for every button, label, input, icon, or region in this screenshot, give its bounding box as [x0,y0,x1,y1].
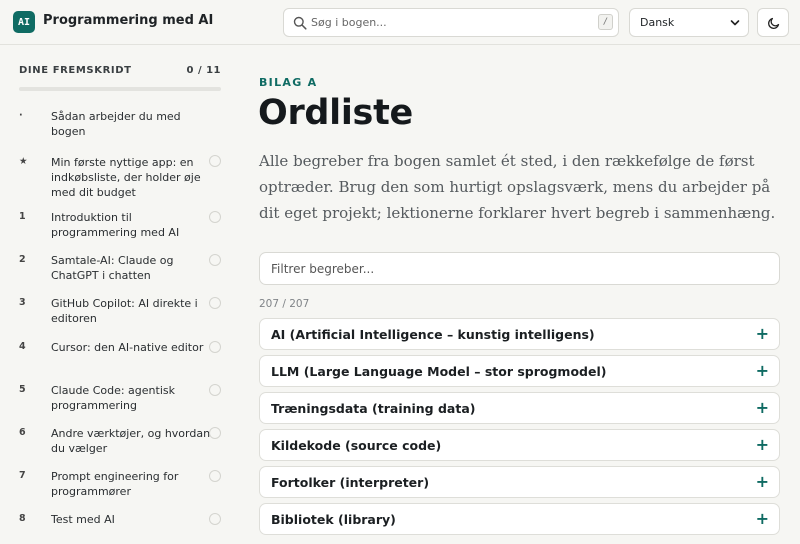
expand-plus-icon[interactable]: + [756,472,769,491]
sidebar-item-label: Test med AI [51,513,115,526]
sidebar-item-number: 6 [19,427,26,438]
sidebar-item-label: Introduktion til programmering med AI [51,211,180,239]
expand-plus-icon[interactable]: + [756,398,769,417]
theme-toggle-button[interactable] [757,8,789,37]
search-input[interactable] [311,13,581,32]
sidebar-item-label: Cursor: den AI-native editor [51,341,204,354]
sidebar-item-label: Sådan arbejder du med bogen [51,110,181,138]
completion-circle-icon[interactable] [209,155,221,167]
glossary-term-item[interactable]: Træningsdata (training data) + [259,392,780,424]
terms-count: 207 / 207 [259,298,310,310]
sidebar-item-label: Samtale-AI: Claude og ChatGPT i chatten [51,254,174,282]
progress-bar [19,87,221,91]
language-selected-value: Dansk [640,16,675,29]
sidebar-item-label: GitHub Copilot: AI direkte i editoren [51,297,198,325]
search-box[interactable]: / [283,8,619,37]
completion-circle-icon[interactable] [209,341,221,353]
top-header: AI Programmering med AI / Dansk [0,0,800,45]
page-title: Ordliste [258,93,413,133]
sidebar-item-number: ★ [19,156,28,167]
sidebar-item-number: 5 [19,384,26,395]
expand-plus-icon[interactable]: + [756,361,769,380]
glossary-term-name: LLM (Large Language Model – stor sprogmo… [271,364,607,379]
sidebar-item-number: 4 [19,341,26,352]
glossary-term-name: Bibliotek (library) [271,512,396,527]
sidebar-item-label: Andre værktøjer, og hvordan du vælger [51,427,211,455]
glossary-term-item[interactable]: LLM (Large Language Model – stor sprogmo… [259,355,780,387]
completion-circle-icon[interactable] [209,470,221,482]
section-eyebrow: BILAG A [259,76,318,89]
progress-sidebar: DINE FREMSKRIDT 0 / 11 · Sådan arbejder d… [0,46,240,544]
sidebar-item-number: 8 [19,513,26,524]
language-select[interactable]: Dansk [629,8,749,37]
search-icon [293,16,307,30]
expand-plus-icon[interactable]: + [756,509,769,528]
sidebar-item-number: 1 [19,211,26,222]
filter-terms-input[interactable] [259,252,780,285]
sidebar-item-label: Min første nyttige app: en indkøbsliste,… [51,156,201,199]
glossary-term-item[interactable]: Kildekode (source code) + [259,429,780,461]
completion-circle-icon[interactable] [209,384,221,396]
intro-text: Alle begreber fra bogen samlet ét sted, … [259,152,776,222]
search-shortcut-key: / [598,14,613,30]
expand-plus-icon[interactable]: + [756,435,769,454]
expand-plus-icon[interactable]: + [756,324,769,343]
completion-circle-icon[interactable] [209,297,221,309]
progress-count: 0 / 11 [186,65,221,76]
glossary-term-item[interactable]: Bibliotek (library) + [259,503,780,535]
completion-circle-icon[interactable] [209,254,221,266]
app-title[interactable]: Programmering med AI [43,13,213,28]
chevron-down-icon [730,20,740,26]
glossary-term-item[interactable]: Fortolker (interpreter) + [259,466,780,498]
sidebar-item-label: Prompt engineering for programmører [51,470,179,498]
app-logo[interactable]: AI [13,11,35,33]
sidebar-item-number: 2 [19,254,26,265]
sidebar-item-number: · [19,110,23,121]
completion-circle-icon[interactable] [209,427,221,439]
completion-circle-icon[interactable] [209,513,221,525]
progress-title: DINE FREMSKRIDT [19,65,132,76]
completion-circle-icon[interactable] [209,211,221,223]
glossary-term-name: AI (Artificial Intelligence – kunstig in… [271,327,595,342]
glossary-term-item[interactable]: AI (Artificial Intelligence – kunstig in… [259,318,780,350]
sidebar-item-number: 3 [19,297,26,308]
sidebar-item-label: Claude Code: agentisk programmering [51,384,175,412]
glossary-term-name: Træningsdata (training data) [271,401,476,416]
glossary-term-name: Kildekode (source code) [271,438,442,453]
glossary-term-name: Fortolker (interpreter) [271,475,430,490]
sidebar-item-number: 7 [19,470,26,481]
moon-icon [768,17,780,29]
